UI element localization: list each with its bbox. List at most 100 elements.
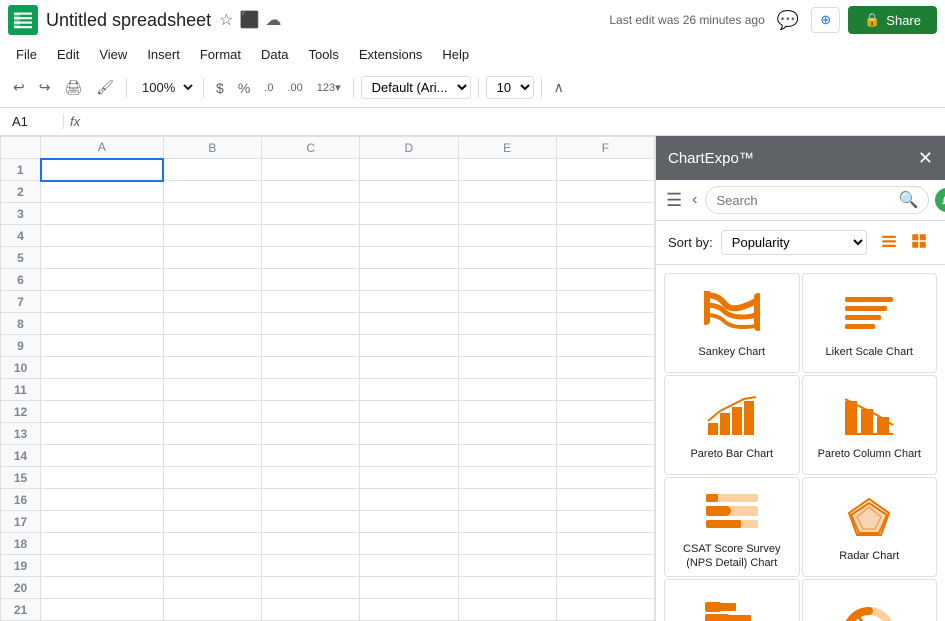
cell-F19[interactable] xyxy=(556,555,654,577)
cell-A6[interactable] xyxy=(41,269,164,291)
sidebar-back-button[interactable]: ‹ xyxy=(690,189,699,211)
cell-B19[interactable] xyxy=(163,555,261,577)
menu-insert[interactable]: Insert xyxy=(139,45,188,64)
cell-C4[interactable] xyxy=(262,225,360,247)
cell-F14[interactable] xyxy=(556,445,654,467)
cell-C17[interactable] xyxy=(262,511,360,533)
cell-E18[interactable] xyxy=(458,533,556,555)
cell-F13[interactable] xyxy=(556,423,654,445)
cell-D14[interactable] xyxy=(360,445,458,467)
row-header-16[interactable]: 16 xyxy=(1,489,41,511)
cell-F10[interactable] xyxy=(556,357,654,379)
col-header-a[interactable]: A xyxy=(41,137,164,159)
cell-A2[interactable] xyxy=(41,181,164,203)
cell-F15[interactable] xyxy=(556,467,654,489)
redo-button[interactable]: ↪ xyxy=(34,75,56,100)
cell-C11[interactable] xyxy=(262,379,360,401)
cell-D6[interactable] xyxy=(360,269,458,291)
cell-C12[interactable] xyxy=(262,401,360,423)
row-header-9[interactable]: 9 xyxy=(1,335,41,357)
cell-B5[interactable] xyxy=(163,247,261,269)
cell-A3[interactable] xyxy=(41,203,164,225)
cell-C6[interactable] xyxy=(262,269,360,291)
cell-A13[interactable] xyxy=(41,423,164,445)
sidebar-search-box[interactable]: 🔍 xyxy=(705,186,929,214)
row-header-11[interactable]: 11 xyxy=(1,379,41,401)
cell-E7[interactable] xyxy=(458,291,556,313)
cell-F5[interactable] xyxy=(556,247,654,269)
menu-tools[interactable]: Tools xyxy=(300,45,346,64)
cell-F3[interactable] xyxy=(556,203,654,225)
cell-E14[interactable] xyxy=(458,445,556,467)
cell-B21[interactable] xyxy=(163,599,261,621)
cell-E21[interactable] xyxy=(458,599,556,621)
cell-D1[interactable] xyxy=(360,159,458,181)
row-header-1[interactable]: 1 xyxy=(1,159,41,181)
menu-data[interactable]: Data xyxy=(253,45,296,64)
cell-C5[interactable] xyxy=(262,247,360,269)
sidebar-menu-button[interactable]: ☰ xyxy=(664,188,684,213)
row-header-15[interactable]: 15 xyxy=(1,467,41,489)
cell-B14[interactable] xyxy=(163,445,261,467)
cell-F4[interactable] xyxy=(556,225,654,247)
row-header-4[interactable]: 4 xyxy=(1,225,41,247)
col-header-b[interactable]: B xyxy=(163,137,261,159)
list-view-button[interactable] xyxy=(875,229,903,256)
cell-C7[interactable] xyxy=(262,291,360,313)
cell-C18[interactable] xyxy=(262,533,360,555)
cell-C1[interactable] xyxy=(262,159,360,181)
col-header-c[interactable]: C xyxy=(262,137,360,159)
cell-C10[interactable] xyxy=(262,357,360,379)
cell-A12[interactable] xyxy=(41,401,164,423)
chart-item-radar[interactable]: Radar Chart xyxy=(802,477,938,577)
cell-D20[interactable] xyxy=(360,577,458,599)
cell-B11[interactable] xyxy=(163,379,261,401)
cell-B10[interactable] xyxy=(163,357,261,379)
cell-B4[interactable] xyxy=(163,225,261,247)
cell-D7[interactable] xyxy=(360,291,458,313)
cell-C8[interactable] xyxy=(262,313,360,335)
sidebar-search-input[interactable] xyxy=(716,193,892,208)
cell-D19[interactable] xyxy=(360,555,458,577)
cell-E10[interactable] xyxy=(458,357,556,379)
cell-B6[interactable] xyxy=(163,269,261,291)
cell-B7[interactable] xyxy=(163,291,261,313)
menu-view[interactable]: View xyxy=(91,45,135,64)
increase-decimal-button[interactable]: .00 xyxy=(282,78,307,98)
cell-B13[interactable] xyxy=(163,423,261,445)
cell-A10[interactable] xyxy=(41,357,164,379)
formula-input[interactable] xyxy=(86,114,941,129)
cell-C14[interactable] xyxy=(262,445,360,467)
cell-D11[interactable] xyxy=(360,379,458,401)
cell-reference-input[interactable] xyxy=(4,114,64,129)
cell-D17[interactable] xyxy=(360,511,458,533)
category-view-button[interactable] xyxy=(905,229,933,256)
cell-B1[interactable] xyxy=(163,159,261,181)
cell-D18[interactable] xyxy=(360,533,458,555)
sidebar-close-button[interactable]: ✕ xyxy=(918,148,933,169)
col-header-e[interactable]: E xyxy=(458,137,556,159)
cell-E9[interactable] xyxy=(458,335,556,357)
row-header-13[interactable]: 13 xyxy=(1,423,41,445)
cell-D4[interactable] xyxy=(360,225,458,247)
cell-C15[interactable] xyxy=(262,467,360,489)
cell-D16[interactable] xyxy=(360,489,458,511)
cell-B18[interactable] xyxy=(163,533,261,555)
cell-E6[interactable] xyxy=(458,269,556,291)
cell-A5[interactable] xyxy=(41,247,164,269)
cell-D3[interactable] xyxy=(360,203,458,225)
chart-item-pareto-bar[interactable]: Pareto Bar Chart xyxy=(664,375,800,475)
row-header-6[interactable]: 6 xyxy=(1,269,41,291)
cell-D2[interactable] xyxy=(360,181,458,203)
cell-C20[interactable] xyxy=(262,577,360,599)
col-header-d[interactable]: D xyxy=(360,137,458,159)
undo-button[interactable]: ↩ xyxy=(8,75,30,100)
cell-F1[interactable] xyxy=(556,159,654,181)
cell-A19[interactable] xyxy=(41,555,164,577)
share-button[interactable]: 🔒 Share xyxy=(848,6,937,34)
cell-E3[interactable] xyxy=(458,203,556,225)
cell-C13[interactable] xyxy=(262,423,360,445)
decrease-decimal-button[interactable]: .0 xyxy=(259,78,278,98)
cell-A7[interactable] xyxy=(41,291,164,313)
insert-drive-button[interactable]: ⊕ xyxy=(811,7,840,33)
